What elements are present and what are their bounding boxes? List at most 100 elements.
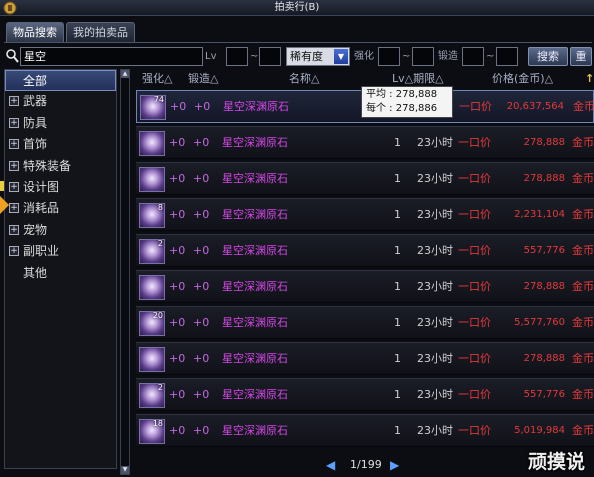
table-row[interactable]: 2 +0 +0 星空深渊原石 1 23小时 一口价 557,776 金币 [136,378,594,411]
category-item[interactable]: 其他 [5,263,116,284]
column-header-lv-period[interactable]: Lv△期限△ [392,72,444,86]
column-header-enhance[interactable]: 强化△ [142,72,172,86]
expand-plus-icon[interactable]: + [9,96,19,107]
forge-range-separator: ~ [486,51,495,62]
item-name-input[interactable]: 星空 [20,47,203,66]
enhance-range-separator: ~ [402,51,411,62]
abyss-stone-icon[interactable]: 18 [139,419,165,444]
table-row[interactable]: +0 +0 星空深渊原石 1 23小时 一口价 278,888 金币 [136,342,594,375]
row-currency: 金币 [573,100,594,113]
expand-plus-icon[interactable]: + [9,224,19,235]
tab-item-search[interactable]: 物品搜索 [6,22,64,42]
enhance-min-input[interactable] [378,47,400,66]
table-row[interactable]: +0 +0 星空深渊原石 1 23小时 一口价 278,888 金币 [136,162,594,195]
column-header-name[interactable]: 名称△ [289,72,319,86]
abyss-stone-icon[interactable]: 2 [139,383,165,408]
chevron-down-icon[interactable]: ▼ [334,49,348,64]
table-row[interactable]: 18 +0 +0 星空深渊原石 1 23小时 一口价 5,019,984 金币 [136,414,594,447]
row-forge: +0 [194,100,211,113]
category-item[interactable]: + 武器 [5,91,116,112]
tab-divider [4,42,592,43]
window-titlebar: 拍卖行(B) [0,0,594,16]
rarity-select[interactable]: 稀有度 ▼ [286,47,350,66]
category-label: 首饰 [23,137,48,152]
expand-plus-icon[interactable]: + [9,117,19,128]
item-quantity: 18 [152,419,163,428]
category-item[interactable]: + 宠物 [5,220,116,241]
scroll-up-icon[interactable]: ▲ [121,70,129,78]
forge-min-input[interactable] [462,47,484,66]
abyss-stone-icon[interactable]: 20 [139,311,165,336]
row-item-name: 星空深渊原石 [222,172,288,185]
next-page-icon[interactable]: ▶ [390,459,399,471]
item-quantity: 74 [153,95,164,104]
table-row[interactable]: 20 +0 +0 星空深渊原石 1 23小时 一口价 5,577,760 金币 [136,306,594,339]
row-enhance: +0 [169,208,186,221]
auction-house-icon [2,0,18,16]
row-time-left: 23小时 [417,424,453,437]
tab-my-auctions[interactable]: 我的拍卖品 [66,22,135,42]
table-row[interactable]: +0 +0 星空深渊原石 1 23小时 一口价 278,888 金币 [136,126,594,159]
abyss-stone-icon[interactable]: 2 [139,239,165,264]
expand-plus-icon[interactable]: + [9,246,19,257]
category-item[interactable]: + 副职业 [5,241,116,262]
abyss-stone-icon[interactable] [139,167,165,192]
search-button[interactable]: 搜索 [528,47,568,66]
row-price: 20,637,564 [506,101,564,112]
lv-min-input[interactable] [226,47,248,66]
row-item-name: 星空深渊原石 [223,100,289,113]
table-row[interactable]: 2 +0 +0 星空深渊原石 1 23小时 一口价 557,776 金币 [136,234,594,267]
row-price: 278,888 [523,353,565,364]
abyss-stone-icon[interactable]: 74 [140,95,166,120]
row-buyout-label: 一口价 [458,244,491,257]
category-label: 全部 [23,74,48,88]
row-forge: +0 [193,352,210,365]
category-list: 全部 + 武器 + 防具 + 首饰 + 特殊装备 + 设计图 + 消耗品 + 宠物 + 副职业 其他 [4,69,117,469]
category-item[interactable]: + 首饰 [5,134,116,155]
category-item[interactable]: + 防具 [5,113,116,134]
column-header-price[interactable]: 价格(金币)△ [492,72,553,86]
lv-range-separator: ~ [250,51,259,62]
pagination: ◀ 1/199 ▶ [320,456,410,474]
category-label: 消耗品 [23,201,60,216]
expand-plus-icon[interactable]: + [9,160,19,171]
category-item[interactable]: + 消耗品 [5,198,116,219]
cursor-marker [0,181,4,191]
enhance-max-input[interactable] [412,47,434,66]
row-item-name: 星空深渊原石 [222,244,288,257]
expand-plus-icon[interactable]: + [9,181,19,192]
abyss-stone-icon[interactable] [139,131,165,156]
previous-page-icon[interactable]: ◀ [326,459,335,471]
row-level: 1 [394,136,401,149]
watermark-text: 顽摸说 [528,451,586,473]
row-level: 1 [394,424,401,437]
category-item[interactable]: 全部 [5,70,116,92]
column-header-forge[interactable]: 锻造△ [188,72,218,86]
row-buyout-label: 一口价 [458,208,491,221]
abyss-stone-icon[interactable] [139,347,165,372]
abyss-stone-icon[interactable] [139,275,165,300]
row-buyout-label: 一口价 [458,388,491,401]
category-item[interactable]: + 特殊装备 [5,156,116,177]
abyss-stone-icon[interactable]: 8 [139,203,165,228]
results-scrollbar[interactable]: ▲ ▼ [120,69,130,475]
category-label: 设计图 [23,179,60,194]
sort-arrow-icon[interactable]: ↑ [585,72,594,85]
row-buyout-label: 一口价 [458,352,491,365]
expand-plus-icon[interactable]: + [9,203,19,214]
table-row[interactable]: 8 +0 +0 星空深渊原石 1 23小时 一口价 2,231,104 金币 [136,198,594,231]
table-row[interactable]: +0 +0 星空深渊原石 1 23小时 一口价 278,888 金币 [136,270,594,303]
row-forge: +0 [193,280,210,293]
row-item-name: 星空深渊原石 [222,136,288,149]
item-quantity: 8 [157,203,163,212]
category-item[interactable]: + 设计图 [5,177,116,198]
expand-plus-icon[interactable]: + [9,139,19,150]
forge-max-input[interactable] [496,47,518,66]
row-time-left: 23小时 [417,136,453,149]
reset-button[interactable]: 重置 [570,47,592,66]
row-forge: +0 [193,172,210,185]
row-enhance: +0 [169,424,186,437]
lv-max-input[interactable] [259,47,281,66]
scroll-down-icon[interactable]: ▼ [121,466,129,474]
row-forge: +0 [193,244,210,257]
